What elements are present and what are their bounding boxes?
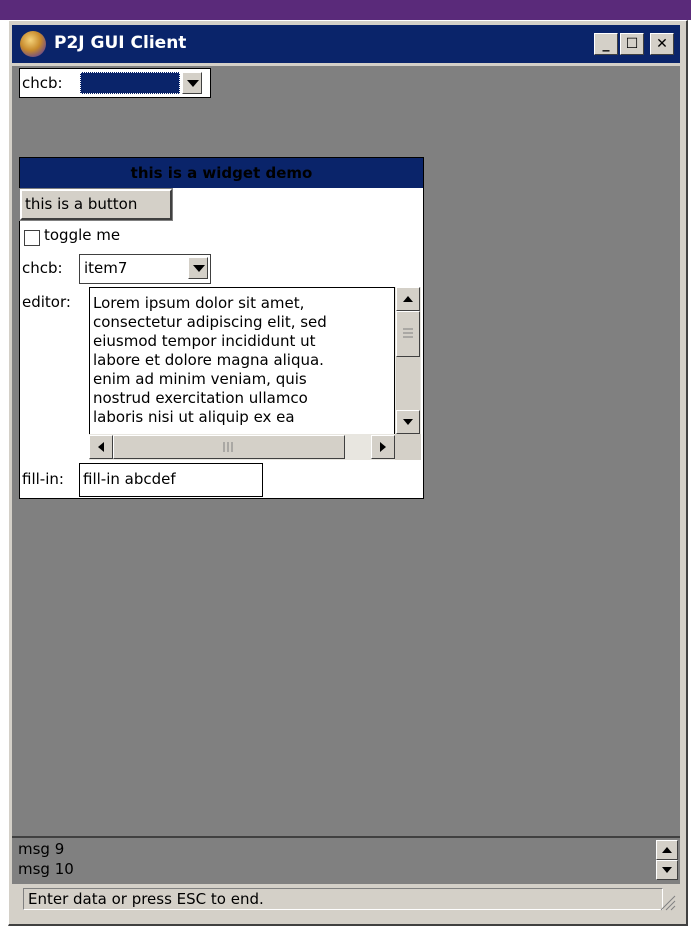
toggle-label: toggle me [44,226,121,244]
chevron-down-icon [187,80,199,87]
chcb-value: item7 [84,259,128,277]
arrow-down-icon [662,867,672,873]
editor-textarea[interactable]: Lorem ipsum dolor sit amet, consectetur … [89,287,395,437]
minimize-button[interactable]: _ [594,33,618,55]
arrow-up-icon [403,296,413,302]
chcb-label: chcb: [22,259,63,277]
scroll-down-button[interactable] [396,410,420,434]
horizontal-scroll-thumb[interactable] [113,435,345,459]
scroll-right-button[interactable] [371,435,395,459]
arrow-up-icon [662,847,672,853]
top-combo-container: chcb: [19,68,211,98]
message-line: msg 9 [18,840,65,858]
status-bar: Enter data or press ESC to end. [12,885,680,913]
editor-vertical-scrollbar[interactable] [395,287,421,434]
chcb-dropdown-button[interactable] [188,257,208,279]
minimize-icon: _ [602,36,610,52]
desktop-background-left [0,20,8,926]
scroll-up-button[interactable] [396,287,420,311]
message-scroll-down-button[interactable] [656,860,678,880]
editor-content: Lorem ipsum dolor sit amet, consectetur … [93,294,327,426]
scrollbar-corner [395,434,421,460]
vertical-scroll-thumb[interactable] [396,311,420,357]
client-area: chcb: this is a widget demo this is a bu… [12,66,680,836]
fillin-label: fill-in: [22,470,64,488]
chevron-down-icon [193,265,205,272]
message-line: msg 10 [18,860,74,878]
close-icon: ✕ [656,36,668,52]
grip-lines-icon [403,328,413,338]
toggle-checkbox[interactable] [24,230,40,246]
maximize-icon: ☐ [625,36,639,52]
scroll-left-button[interactable] [89,435,113,459]
desktop-background [0,0,691,20]
maximize-button[interactable]: ☐ [620,33,644,55]
app-icon [20,31,46,57]
app-window: P2J GUI Client _ ☐ ✕ chcb: this is a wid… [8,20,688,926]
arrow-down-icon [403,419,413,425]
message-scroll-up-button[interactable] [656,840,678,860]
status-text: Enter data or press ESC to end. [23,888,663,910]
arrow-right-icon [380,442,386,452]
vertical-scroll-track[interactable] [396,357,420,410]
editor-horizontal-scrollbar[interactable] [89,434,395,460]
message-area: msg 9 msg 10 [12,836,680,884]
widget-demo-frame: this is a widget demo this is a button t… [19,157,424,499]
resize-grip-icon[interactable] [656,891,676,911]
chcb-combo[interactable]: item7 [79,254,211,284]
title-bar[interactable]: P2J GUI Client _ ☐ ✕ [12,25,680,63]
demo-button[interactable]: this is a button [19,188,173,221]
grip-lines-icon [223,442,233,452]
top-combo-dropdown-button[interactable] [182,72,202,94]
editor-label: editor: [22,293,71,311]
close-button[interactable]: ✕ [650,33,674,55]
arrow-left-icon [98,442,104,452]
fillin-field[interactable]: fill-in abcdef [79,463,263,497]
top-combo-label: chcb: [22,74,63,92]
window-title: P2J GUI Client [54,33,187,53]
frame-title: this is a widget demo [20,158,423,188]
top-combo-select[interactable] [80,72,180,94]
